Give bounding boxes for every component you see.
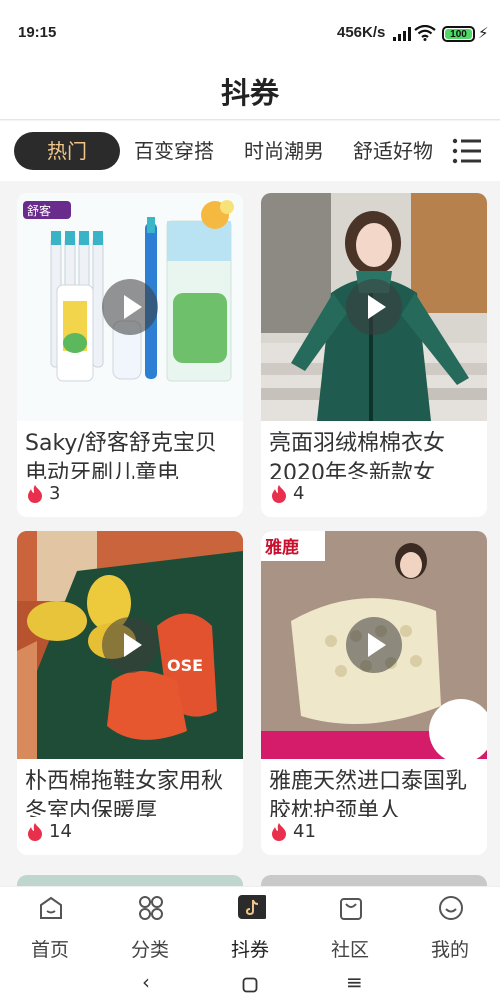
home-icon: [40, 896, 62, 919]
product-title: 雅鹿天然进口泰国乳胶枕护颈单人: [269, 769, 468, 817]
tiktok-icon: [238, 895, 266, 919]
play-icon[interactable]: [346, 279, 402, 335]
brand-logo-text: 雅鹿: [264, 537, 299, 558]
page-title: 抖券: [220, 76, 279, 110]
home-square-icon[interactable]: [242, 974, 258, 998]
wifi-icon: [414, 25, 436, 41]
charging-icon: ⚡: [478, 24, 489, 42]
product-title: 朴西棉拖鞋女家用秋冬室内保暖厚: [25, 769, 224, 817]
play-icon[interactable]: [102, 617, 158, 673]
nav-home[interactable]: 首页: [0, 887, 100, 961]
product-card[interactable]: 舒客 Saky/舒客舒克宝贝电动牙刷儿童电 3: [17, 193, 243, 517]
nav-mine[interactable]: 我的: [400, 887, 500, 961]
product-card[interactable]: 亮面羽绒棉棉衣女2020年冬新款女 4: [261, 193, 487, 517]
bottom-nav: 首页 分类 抖券 社区 我的: [0, 886, 500, 961]
flame-icon: [272, 485, 286, 503]
product-card[interactable]: 雅鹿 雅鹿天然进口泰国乳胶枕护颈单人 41: [261, 531, 487, 855]
network-speed: 456K/s: [337, 24, 386, 41]
product-title: Saky/舒客舒克宝贝电动牙刷儿童电: [25, 431, 217, 479]
nav-douquan[interactable]: 抖券: [200, 887, 300, 961]
tab-comfort-goods[interactable]: 舒适好物: [353, 132, 433, 170]
nav-category[interactable]: 分类: [100, 887, 200, 961]
svg-text:OSE: OSE: [167, 656, 203, 675]
nav-label: 分类: [130, 939, 169, 961]
play-icon[interactable]: [102, 279, 158, 335]
flame-icon: [28, 485, 42, 503]
category-tabs: 热门 百变穿搭 时尚潮男 舒适好物: [0, 121, 500, 181]
smile-icon: [439, 896, 463, 920]
product-card[interactable]: OSE 朴西棉拖鞋女家用秋冬室内保暖厚 14: [17, 531, 243, 855]
heat-count: 41: [293, 821, 316, 842]
system-nav-bar: ‹ ≡: [0, 960, 500, 1004]
signal-icon: [393, 27, 411, 41]
heat-count: 4: [293, 483, 305, 504]
play-icon[interactable]: [346, 617, 402, 673]
nav-community[interactable]: 社区: [300, 887, 400, 961]
tab-outfit[interactable]: 百变穿搭: [134, 132, 214, 170]
bag-icon: [340, 898, 362, 920]
product-title: 亮面羽绒棉棉衣女2020年冬新款女: [269, 431, 446, 479]
nav-label: 我的: [430, 939, 469, 961]
title-bar: 抖券: [0, 58, 500, 120]
status-time: 19:15: [18, 24, 57, 41]
flame-icon: [28, 823, 42, 841]
brand-logo-text: 舒客: [27, 203, 51, 218]
battery-icon: 100: [442, 26, 475, 42]
back-icon[interactable]: ‹: [142, 970, 150, 994]
tab-hot[interactable]: 热门: [14, 132, 120, 170]
menu-icon[interactable]: [452, 137, 482, 165]
battery-level: 100: [445, 29, 472, 40]
nav-label: 抖券: [230, 939, 269, 961]
tab-mens-fashion[interactable]: 时尚潮男: [244, 132, 324, 170]
grid-icon: [139, 896, 163, 920]
heat-count: 14: [49, 821, 72, 842]
nav-label: 社区: [330, 939, 369, 961]
recents-icon[interactable]: ≡: [346, 970, 363, 994]
flame-icon: [272, 823, 286, 841]
heat-count: 3: [49, 483, 61, 504]
nav-label: 首页: [30, 939, 69, 961]
status-bar: 19:15 456K/s 100 ⚡: [0, 0, 500, 58]
